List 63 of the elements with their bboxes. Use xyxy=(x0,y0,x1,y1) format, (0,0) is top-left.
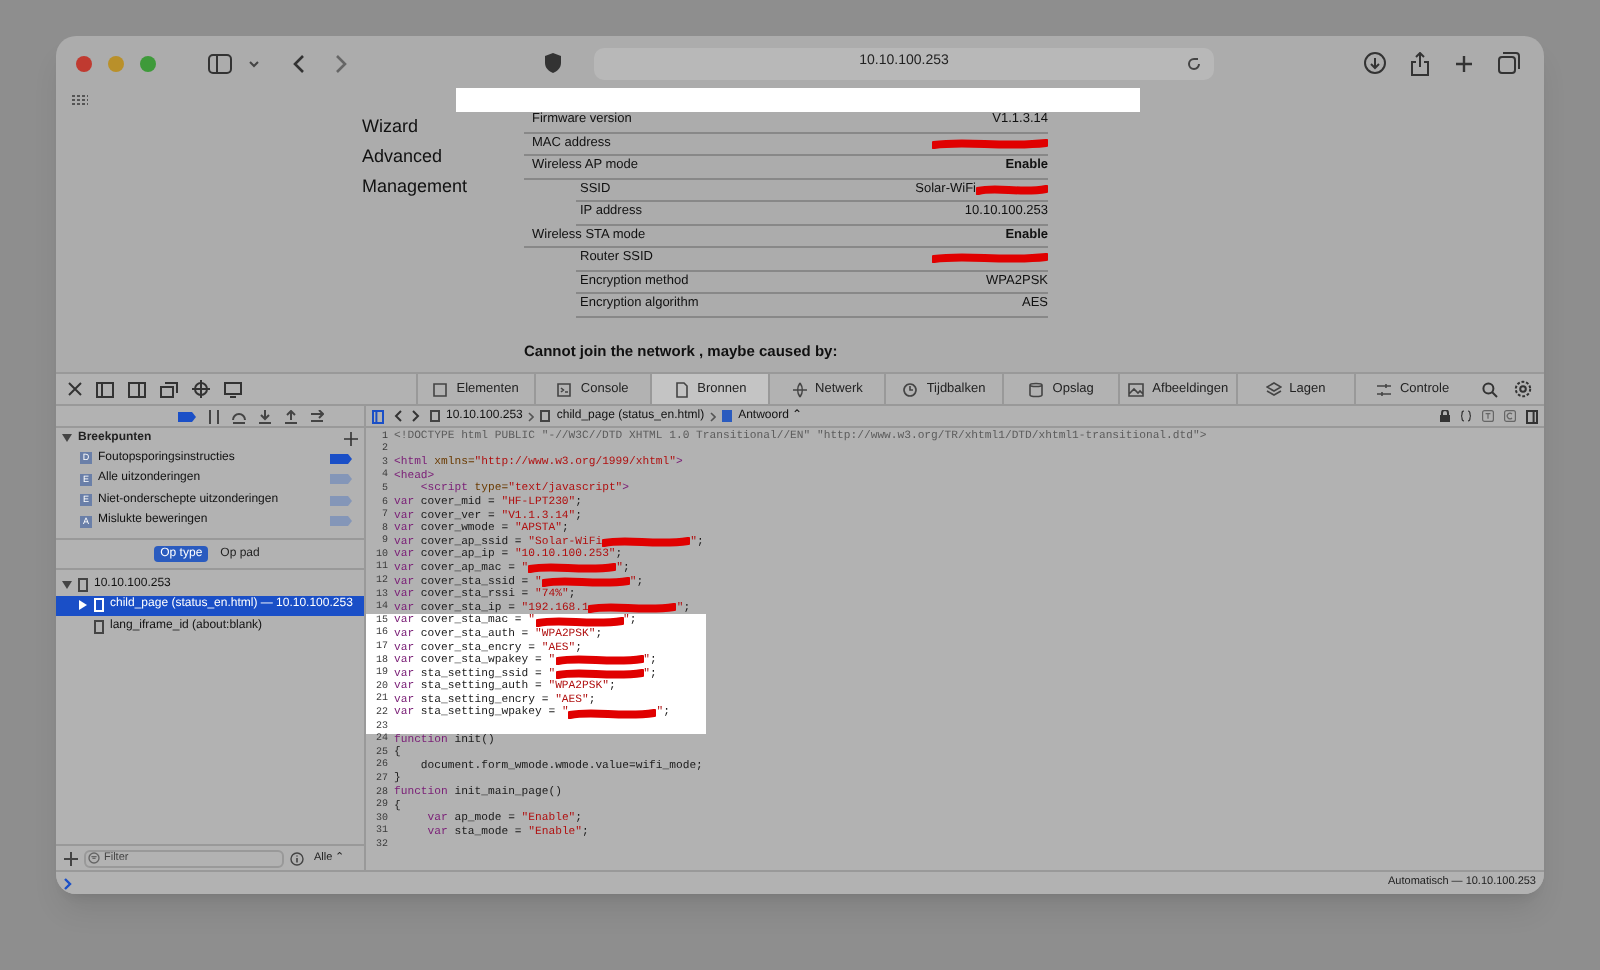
plus-icon[interactable] xyxy=(344,431,358,445)
navigator-icon[interactable] xyxy=(372,409,384,423)
share-icon[interactable] xyxy=(1410,51,1430,75)
step-icon[interactable] xyxy=(309,409,323,423)
windows-icon[interactable] xyxy=(160,381,178,397)
forward-icon[interactable] xyxy=(412,410,420,422)
step-into-icon[interactable] xyxy=(257,409,271,423)
type-icon[interactable] xyxy=(1482,410,1494,422)
nav-link[interactable]: Management xyxy=(362,172,468,202)
coverage-icon[interactable] xyxy=(1504,410,1516,422)
image-icon xyxy=(1128,381,1145,397)
chevron-down-icon[interactable] xyxy=(248,59,260,67)
crosshair-icon[interactable] xyxy=(192,380,210,398)
clock-icon xyxy=(902,381,919,397)
settings-icon[interactable] xyxy=(1514,380,1532,398)
step-over-icon[interactable] xyxy=(231,409,245,423)
console-icon xyxy=(556,381,573,397)
lock-icon[interactable] xyxy=(1440,410,1450,422)
plus-icon[interactable] xyxy=(64,851,78,865)
breakpoint-icon[interactable] xyxy=(177,411,195,421)
back-icon[interactable] xyxy=(292,53,306,73)
database-icon xyxy=(1028,381,1045,397)
download-icon[interactable] xyxy=(1364,52,1386,74)
console-prompt-icon[interactable] xyxy=(64,877,72,889)
disclosure-open-icon[interactable] xyxy=(62,579,72,590)
elements-icon xyxy=(432,381,449,397)
dock-side-icon[interactable] xyxy=(128,381,146,397)
grid-icon[interactable] xyxy=(72,94,88,106)
plus-icon[interactable] xyxy=(1454,53,1474,73)
redaction-mark xyxy=(932,137,1048,150)
forward-icon[interactable] xyxy=(334,53,348,73)
sliders-icon xyxy=(1375,381,1392,397)
nav-link[interactable]: Advanced xyxy=(362,142,443,172)
redaction-mark xyxy=(976,183,1048,196)
search-icon[interactable] xyxy=(1482,381,1498,397)
chevron-right-icon[interactable] xyxy=(710,411,717,421)
braces-icon[interactable] xyxy=(1460,410,1472,422)
pause-icon[interactable] xyxy=(207,409,219,423)
reload-icon[interactable] xyxy=(1186,55,1202,71)
layers-icon xyxy=(1265,381,1282,397)
details-sidebar-icon[interactable] xyxy=(1526,409,1538,423)
file-icon xyxy=(673,381,690,397)
sidebar-icon[interactable] xyxy=(208,53,232,73)
nav-link[interactable]: Wizard xyxy=(362,112,419,142)
network-icon xyxy=(791,381,808,397)
breakpoint-flag[interactable] xyxy=(330,453,352,464)
tabs-overview-icon[interactable] xyxy=(1498,52,1520,74)
filter-icon xyxy=(88,852,100,864)
info-icon[interactable] xyxy=(290,851,304,865)
disclosure-closed-icon[interactable] xyxy=(78,600,88,611)
disclosure-triangle-icon[interactable] xyxy=(62,434,72,442)
dock-bottom-icon[interactable] xyxy=(96,381,114,397)
close-window-button[interactable] xyxy=(76,55,92,71)
redaction-mark xyxy=(602,536,691,549)
step-out-icon[interactable] xyxy=(283,409,297,423)
chevron-right-icon[interactable] xyxy=(528,411,535,421)
shield-icon[interactable] xyxy=(544,52,562,74)
monitor-icon[interactable] xyxy=(224,381,242,397)
redaction-mark xyxy=(568,707,657,720)
back-icon[interactable] xyxy=(394,410,402,422)
redaction-mark xyxy=(932,252,1048,265)
document-icon xyxy=(540,410,551,422)
close-icon[interactable] xyxy=(68,382,82,396)
